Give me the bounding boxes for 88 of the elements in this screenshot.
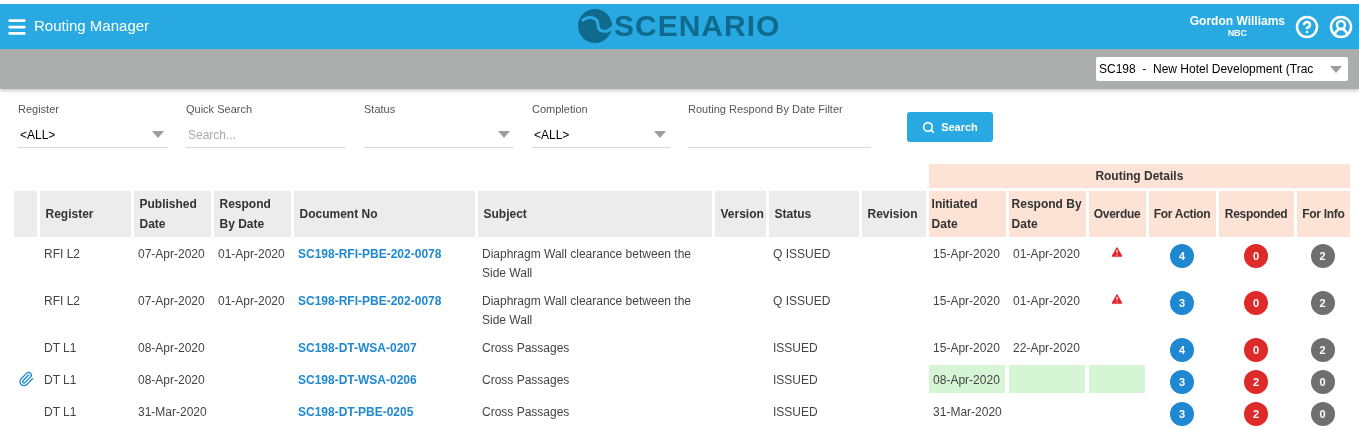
respond-by-date: 01-Apr-2020	[218, 294, 285, 308]
filter-label: Register	[18, 102, 60, 116]
column-header[interactable]: Respond By Date	[212, 189, 292, 237]
count-badge: 4	[1170, 338, 1195, 363]
count-badge: 3	[1170, 370, 1195, 395]
filter-label: Completion	[532, 102, 589, 116]
initiated-date: 15-Apr-2020	[932, 246, 1001, 263]
count-badge: 2	[1310, 338, 1335, 363]
help-icon[interactable]	[1295, 14, 1319, 39]
count-badge: 3	[1170, 291, 1195, 316]
dropdown-caret-icon	[498, 131, 510, 138]
published-date: 08-Apr-2020	[138, 341, 205, 355]
project-dropdown[interactable]: SC198 - New Hotel Development (Trac	[1096, 57, 1348, 81]
subject-text: Cross Passages	[482, 404, 571, 421]
status-text: ISSUED	[773, 373, 818, 387]
document-link[interactable]: SC198-DT-PBE-0205	[298, 405, 414, 419]
status-text: Q ISSUED	[773, 294, 831, 308]
count-badge: 2	[1244, 370, 1269, 395]
status-text: ISSUED	[773, 341, 818, 355]
column-header[interactable]: For Action	[1147, 189, 1218, 237]
filter-dropdown[interactable]: <ALL>	[532, 122, 670, 148]
status-text: Q ISSUED	[773, 247, 831, 261]
subject-text: Diaphragm Wall clearance between the Side Wall	[482, 293, 692, 329]
column-header[interactable]: Subject	[476, 189, 713, 237]
count-badge: 2	[1310, 244, 1335, 269]
initiated-date: 15-Apr-2020	[932, 340, 1001, 357]
dropdown-caret-icon	[654, 131, 666, 138]
filter-dropdown[interactable]: <ALL>	[18, 122, 168, 148]
column-header[interactable]: Initiated Date	[927, 189, 1008, 237]
count-badge: 0	[1310, 370, 1335, 395]
status-text: ISSUED	[773, 405, 818, 419]
published-date: 31-Mar-2020	[138, 405, 207, 419]
initiated-date: 31-Mar-2020	[932, 404, 1003, 421]
column-header[interactable]: For Info	[1295, 189, 1351, 237]
count-badge: 0	[1244, 291, 1269, 316]
highlighted-cell	[1089, 365, 1146, 393]
register-cell: RFI L2	[44, 294, 80, 308]
initiated-date: 08-Apr-2020	[929, 365, 1006, 393]
column-header[interactable]: Status	[767, 189, 860, 237]
logo-text: SCENARIO	[614, 9, 781, 43]
column-header[interactable]: Responded	[1217, 189, 1296, 237]
subject-text: Cross Passages	[482, 340, 571, 357]
user-name: Gordon Williams	[1189, 14, 1285, 27]
column-header[interactable]: Revision	[860, 189, 928, 237]
column-header[interactable]: Document No	[292, 189, 476, 237]
count-badge: 4	[1170, 244, 1195, 269]
published-date: 08-Apr-2020	[138, 373, 205, 387]
column-header[interactable]: Version	[713, 189, 767, 237]
document-link[interactable]: SC198-DT-WSA-0207	[298, 341, 417, 355]
register-cell: DT L1	[44, 405, 77, 419]
document-link[interactable]: SC198-DT-WSA-0206	[298, 373, 417, 387]
register-cell: RFI L2	[44, 247, 80, 261]
published-date: 07-Apr-2020	[138, 247, 205, 261]
user-organization: NBC	[1227, 26, 1248, 39]
register-cell: DT L1	[44, 373, 77, 387]
document-link[interactable]: SC198-RFI-PBE-202-0078	[298, 294, 442, 308]
routing-respond-by-date: 01-Apr-2020	[1013, 294, 1080, 308]
register-cell: DT L1	[44, 341, 77, 355]
app-title: Routing Manager	[34, 16, 150, 37]
search-icon	[922, 120, 936, 134]
initiated-date: 15-Apr-2020	[932, 293, 1001, 310]
column-header[interactable]: Register	[38, 189, 132, 237]
count-badge: 2	[1310, 291, 1335, 316]
filter-label: Status	[364, 102, 397, 116]
attachment-icon[interactable]	[18, 371, 34, 387]
column-header[interactable]: Published Date	[132, 189, 212, 237]
routing-respond-by-date: 22-Apr-2020	[1013, 341, 1080, 355]
respond-by-date: 01-Apr-2020	[218, 247, 285, 261]
dropdown-caret-icon	[152, 131, 164, 138]
count-badge: 0	[1244, 244, 1269, 269]
subject-text: Cross Passages	[482, 372, 571, 389]
count-badge: 3	[1170, 402, 1195, 427]
count-badge: 0	[1310, 402, 1335, 427]
subject-text: Diaphragm Wall clearance between the Side Wall	[482, 246, 692, 282]
count-badge: 2	[1244, 402, 1269, 427]
account-icon[interactable]	[1329, 14, 1353, 39]
filter-label: Quick Search	[186, 102, 254, 116]
routing-respond-by-date: 01-Apr-2020	[1013, 247, 1080, 261]
column-header[interactable]: Respond By Date	[1007, 189, 1088, 237]
count-badge: 0	[1244, 338, 1269, 363]
document-link[interactable]: SC198-RFI-PBE-202-0078	[298, 247, 442, 261]
dropdown-caret-icon	[1330, 65, 1342, 73]
group-header: Routing Details	[927, 164, 1351, 189]
column-header[interactable]: Overdue	[1087, 189, 1148, 237]
published-date: 07-Apr-2020	[138, 294, 205, 308]
filter-input[interactable]: Search...	[186, 122, 346, 148]
filter-label: Routing Respond By Date Filter	[688, 102, 844, 116]
logo-icon	[578, 9, 612, 43]
